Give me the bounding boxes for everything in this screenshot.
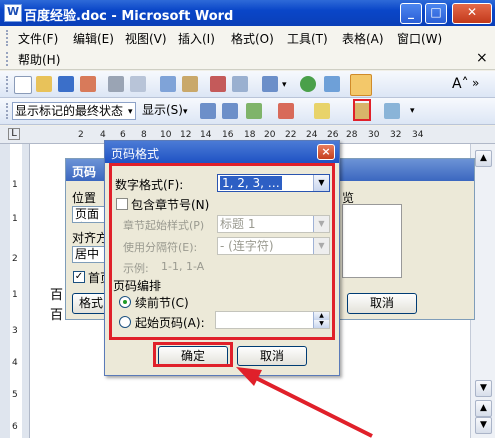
pointer-arrow-icon bbox=[236, 367, 373, 438]
